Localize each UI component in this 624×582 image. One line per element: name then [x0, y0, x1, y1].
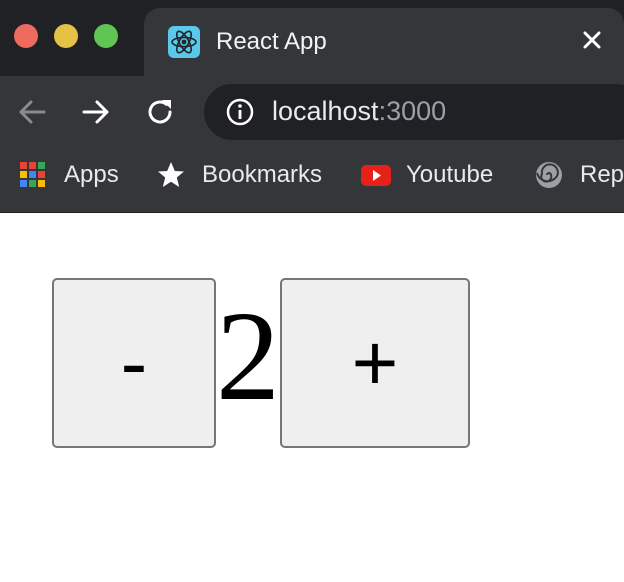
increment-button[interactable]: + — [280, 278, 470, 448]
bookmark-youtube[interactable]: Youtube — [360, 160, 493, 190]
bookmark-label: Bookmarks — [202, 161, 323, 188]
star-icon — [156, 160, 186, 190]
arrow-right-icon[interactable] — [80, 96, 112, 128]
youtube-icon — [360, 160, 391, 190]
decrement-button[interactable]: - — [52, 278, 216, 448]
bookmark-apps[interactable]: Apps — [18, 160, 119, 190]
url-port: :3000 — [378, 96, 447, 126]
tab-strip: React App — [0, 0, 624, 76]
tab-title: React App — [216, 28, 327, 55]
bookmarks-bar: Apps Bookmarks Youtube Rep — [0, 150, 624, 200]
url-host: localhost — [272, 96, 379, 126]
bookmark-label: Rep — [580, 161, 624, 188]
window-close-button[interactable] — [14, 24, 38, 48]
toolbar-divider — [0, 212, 624, 213]
url-text[interactable]: localhost:3000 — [272, 96, 446, 127]
bookmark-label: Youtube — [406, 161, 494, 188]
close-icon[interactable] — [580, 28, 604, 52]
address-bar[interactable]: localhost:3000 — [204, 84, 624, 140]
bookmark-rep[interactable]: Rep — [534, 160, 624, 190]
bookmark-label: Apps — [64, 161, 119, 188]
window-maximize-button[interactable] — [94, 24, 118, 48]
browser-tab[interactable]: React App — [144, 8, 624, 76]
apps-grid-icon — [18, 160, 48, 190]
info-icon[interactable] — [226, 98, 254, 126]
bookmark-bookmarks[interactable]: Bookmarks — [156, 160, 322, 190]
spiral-icon — [534, 160, 564, 190]
browser-chrome: React App localhost:3000 Apps Bookmarks … — [0, 0, 624, 213]
react-logo-icon — [168, 26, 200, 58]
counter-value: 2 — [216, 285, 280, 427]
arrow-left-icon[interactable] — [16, 96, 48, 128]
reload-icon[interactable] — [144, 96, 176, 128]
window-minimize-button[interactable] — [54, 24, 78, 48]
